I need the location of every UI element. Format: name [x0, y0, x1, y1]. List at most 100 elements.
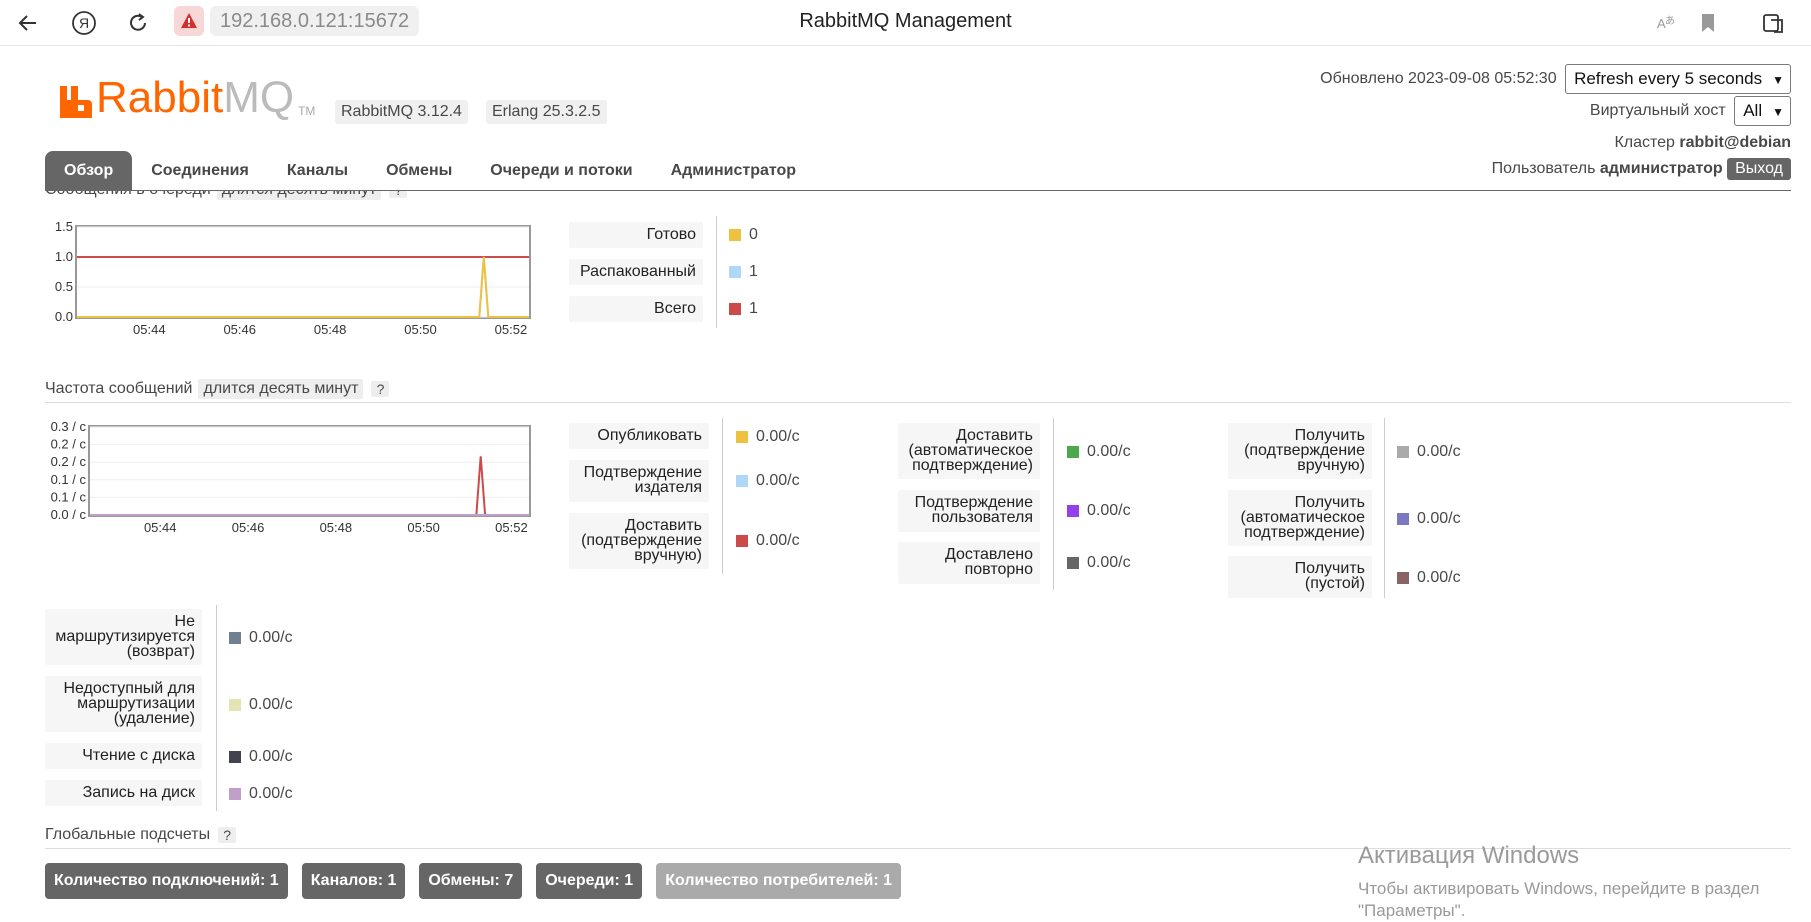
r-y-tick-label: 0.2 / с [51, 454, 87, 469]
q-x-tick-label: 05:46 [223, 322, 256, 337]
legend-disk-reads: Чтение с диска [45, 743, 202, 769]
legend-separator [216, 605, 217, 811]
legend-publisher-confirm-value: 0.00/с [736, 472, 800, 490]
user-name: администратор [1599, 160, 1723, 177]
legend-disk-writes: Запись на диск [45, 780, 202, 806]
tab-overview[interactable]: Обзор [45, 151, 133, 191]
rates-title: Частота сообщений [45, 380, 193, 397]
total-connections-button[interactable]: Количество подключений: 1 [45, 863, 288, 899]
legend-drop-unroutable: Недоступный для маршрутизации (удаление) [45, 676, 202, 732]
r-y-tick-label: 0.1 / с [51, 472, 87, 487]
insecure-warning-icon[interactable] [174, 6, 204, 36]
tab-exchanges[interactable]: Обмены [367, 151, 471, 191]
tabs-underline [45, 190, 1791, 191]
rates-heading: Частота сообщений длится десять минут ? [45, 379, 390, 399]
r-y-tick-label: 0.2 / с [51, 437, 87, 452]
q-y-tick-label: 1.5 [55, 219, 73, 234]
q-x-tick-label: 05:52 [495, 322, 528, 337]
r-y-tick-label: 0.3 / с [51, 419, 87, 434]
legend-publish-value: 0.00/с [736, 428, 800, 446]
tab-channels[interactable]: Каналы [268, 151, 367, 191]
legend-redelivered: Доставлено повторно [898, 542, 1040, 584]
rates-help[interactable]: ? [371, 381, 390, 397]
legend-separator [716, 216, 717, 328]
legend-return-unroutable: Не маршрутизируется (возврат) [45, 609, 202, 665]
rates-chart: 0.0 / с 0.1 / с 0.1 / с 0.2 / с 0.2 / с 0.3 /… [51, 419, 531, 535]
q-x-tick-label: 05:48 [314, 322, 347, 337]
main-tabs: Обзор Соединения Каналы Обмены Очереди и… [45, 151, 815, 191]
legend-publisher-confirm: Подтверждение издателя [569, 460, 709, 502]
legend-consumer-ack-value: 0.00/с [1067, 502, 1131, 520]
legend-get-auto-value: 0.00/с [1397, 510, 1461, 528]
legend-unacked: Распакованный [569, 259, 703, 285]
vhost-select[interactable]: All ▼ [1734, 96, 1791, 126]
back-icon[interactable] [12, 7, 44, 39]
r-x-tick-label: 05:52 [495, 520, 528, 535]
browser-toolbar: Я 192.168.0.121:15672 RabbitMQ Managemen… [0, 0, 1811, 46]
logo-word-mq: MQ [223, 73, 295, 122]
global-title: Глобальные подсчеты [45, 826, 211, 843]
user-label: Пользователь [1491, 160, 1596, 177]
tab-admin[interactable]: Администратор [652, 151, 815, 191]
legend-ready: Готово [569, 222, 703, 248]
legend-get-manual-value: 0.00/с [1397, 443, 1461, 461]
legend-redelivered-value: 0.00/с [1067, 554, 1131, 572]
legend-total-value: 1 [729, 300, 758, 318]
bookmark-icon[interactable] [1692, 7, 1724, 39]
legend-separator [1384, 418, 1385, 598]
logout-button[interactable]: Выход [1727, 158, 1791, 180]
q-x-tick-label: 05:50 [404, 322, 437, 337]
total-queues-button[interactable]: Очереди: 1 [536, 863, 643, 899]
logo-word-rabbit: Rabbit [96, 73, 224, 122]
r-x-tick-label: 05:48 [320, 520, 353, 535]
rates-divider [45, 402, 1791, 403]
rates-chart-frame [88, 425, 531, 517]
windows-activation-watermark: Активация Windows Чтобы активировать Win… [1358, 842, 1759, 922]
reload-icon[interactable] [122, 7, 154, 39]
vhost-row: Виртуальный хост All ▼ [1590, 96, 1791, 126]
cluster-row: Кластер rabbit@debian [1614, 134, 1791, 152]
r-y-tick-label: 0.1 / с [51, 489, 87, 504]
translate-icon[interactable]: Aあ [1650, 7, 1682, 39]
refresh-select[interactable]: Refresh every 5 seconds ▼ [1565, 64, 1791, 94]
q-y-tick-label: 0.0 [55, 309, 73, 324]
legend-unacked-value: 1 [729, 263, 758, 281]
cluster-name: rabbit@debian [1679, 134, 1791, 151]
r-x-tick-label: 05:50 [407, 520, 440, 535]
global-help[interactable]: ? [218, 827, 237, 843]
chevron-down-icon: ▼ [1772, 73, 1784, 87]
yandex-icon[interactable]: Я [68, 7, 100, 39]
updated-label: Обновлено 2023-09-08 05:52:30 [1320, 70, 1557, 88]
watermark-text: Чтобы активировать Windows, перейдите в … [1358, 879, 1760, 898]
queued-chart: 0.0 0.5 1.0 1.5 05:44 05:46 05:48 05:50 05:52 [55, 219, 531, 337]
total-channels-button[interactable]: Каналов: 1 [301, 863, 406, 899]
logo-tm: TM [298, 104, 316, 118]
total-exchanges-button[interactable]: Обмены: 7 [419, 863, 523, 899]
legend-drop-unroutable-value: 0.00/с [229, 696, 293, 714]
legend-total: Всего [569, 296, 703, 322]
global-totals: Количество подключений: 1 Каналов: 1 Обм… [45, 863, 915, 899]
address-bar[interactable]: 192.168.0.121:15672 [210, 6, 420, 36]
rabbitmq-logo-icon [60, 86, 92, 118]
reader-icon[interactable] [1758, 7, 1790, 39]
legend-deliver-manual: Доставить (подтверждение вручную) [569, 513, 709, 569]
legend-get-empty: Получить (пустой) [1228, 556, 1372, 598]
total-consumers-button[interactable]: Количество потребителей: 1 [656, 863, 902, 899]
q-y-tick-label: 1.0 [55, 249, 73, 264]
cluster-label: Кластер [1614, 134, 1675, 151]
refresh-row: Обновлено 2023-09-08 05:52:30 Refresh ev… [1320, 64, 1791, 94]
tab-queues[interactable]: Очереди и потоки [471, 151, 651, 191]
erlang-version-badge: Erlang 25.3.2.5 [486, 100, 607, 124]
legend-separator [722, 418, 723, 574]
q-x-tick-label: 05:44 [133, 322, 166, 337]
svg-text:Я: Я [79, 15, 89, 31]
rates-period[interactable]: длится десять минут [198, 379, 364, 399]
vhost-label: Виртуальный хост [1589, 102, 1726, 120]
legend-ready-value: 0 [729, 226, 758, 244]
queued-chart-frame [75, 225, 531, 319]
legend-consumer-ack: Подтверждение пользователя [898, 490, 1040, 532]
tab-connections[interactable]: Соединения [132, 151, 268, 191]
rabbitmq-logo[interactable]: RabbitMQ TM [58, 76, 315, 120]
legend-publish: Опубликовать [569, 423, 709, 449]
global-heading: Глобальные подсчеты ? [45, 826, 237, 844]
